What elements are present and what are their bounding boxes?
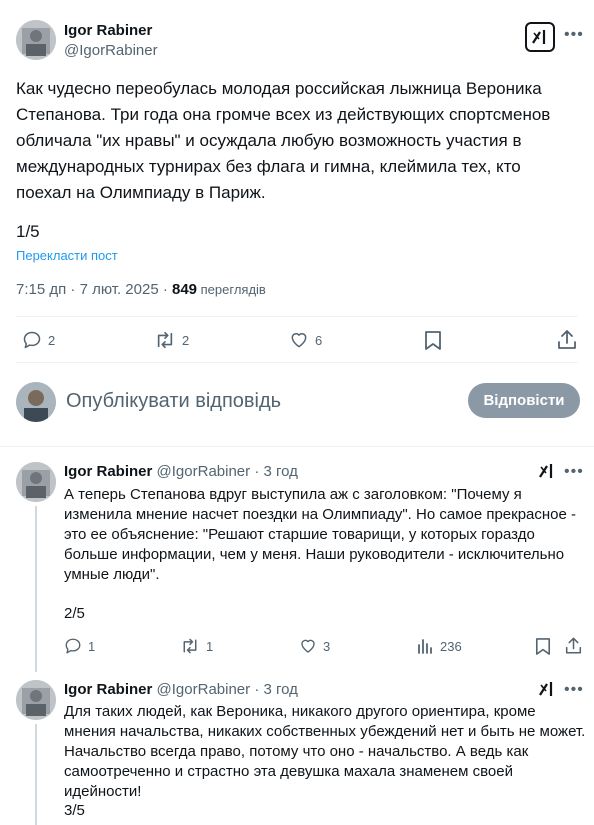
reply-count: 1 <box>88 638 96 654</box>
reply-timestamp[interactable]: · 3 год <box>254 681 298 698</box>
heart-icon <box>301 639 315 653</box>
reply-author-handle[interactable]: @IgorRabiner <box>157 463 251 480</box>
divider <box>16 362 578 363</box>
repost-action[interactable]: 1 <box>180 637 213 655</box>
bookmark-icon[interactable] <box>424 330 442 356</box>
repost-count: 2 <box>182 332 190 348</box>
views-count: 236 <box>440 638 462 654</box>
reply-text: Для таких людей, как Вероника, никакого … <box>64 703 586 800</box>
reply-author-avatar[interactable] <box>16 462 56 502</box>
heart-icon <box>291 333 307 348</box>
divider <box>0 446 594 447</box>
more-options-icon[interactable]: ••• <box>564 26 584 44</box>
share-icon[interactable] <box>565 636 582 660</box>
post-meta: 7:15 дп · 7 лют. 2025 · 849 переглядів <box>16 281 266 298</box>
like-count: 3 <box>323 638 331 654</box>
thread-counter: 2/5 <box>64 605 85 622</box>
views-action[interactable]: 236 <box>416 637 462 655</box>
thread-counter: 3/5 <box>64 802 85 819</box>
reply-timestamp[interactable]: · 3 год <box>254 463 298 480</box>
repost-count: 1 <box>206 638 214 654</box>
translate-post-link[interactable]: Перекласти пост <box>16 248 118 263</box>
repost-icon <box>183 638 197 654</box>
reply-header: Igor Rabiner @IgorRabiner · 3 год <box>64 463 298 480</box>
thread-line <box>35 724 37 825</box>
reply-action[interactable]: 2 <box>22 330 55 350</box>
repost-action[interactable]: 2 <box>154 330 189 350</box>
reply-author-name[interactable]: Igor Rabiner <box>64 463 152 480</box>
reply-count: 2 <box>48 332 56 348</box>
author-name[interactable]: Igor Rabiner <box>64 22 152 39</box>
more-options-icon[interactable]: ••• <box>564 681 584 699</box>
grok-icon[interactable] <box>538 462 556 485</box>
post-text: Как чудесно переобулась молодая российск… <box>16 79 551 202</box>
repost-icon <box>157 331 173 349</box>
view-count: 849 <box>172 281 198 298</box>
reply-author-handle[interactable]: @IgorRabiner <box>157 681 251 698</box>
bookmark-icon[interactable] <box>535 637 551 661</box>
reply-author-name[interactable]: Igor Rabiner <box>64 681 152 698</box>
grok-button[interactable] <box>525 22 555 52</box>
reply-header: Igor Rabiner @IgorRabiner · 3 год <box>64 681 298 698</box>
more-options-icon[interactable]: ••• <box>564 463 584 481</box>
grok-icon[interactable] <box>538 680 556 703</box>
reply-author-avatar[interactable] <box>16 680 56 720</box>
thread-line <box>35 506 37 672</box>
grok-icon <box>532 30 546 44</box>
current-user-avatar[interactable] <box>16 382 56 422</box>
thread-counter: 1/5 <box>16 222 40 241</box>
views-icon <box>418 639 432 654</box>
reply-action[interactable]: 1 <box>64 637 95 655</box>
like-count: 6 <box>315 332 323 348</box>
like-action[interactable]: 3 <box>299 637 330 655</box>
reply-icon <box>65 638 81 654</box>
author-handle[interactable]: @IgorRabiner <box>64 42 158 59</box>
post-timestamp[interactable]: 7:15 дп · 7 лют. 2025 · <box>16 281 172 298</box>
share-icon[interactable] <box>557 329 577 355</box>
views-label: переглядів <box>197 282 266 297</box>
author-avatar[interactable] <box>16 20 56 60</box>
reply-icon <box>23 331 41 349</box>
divider <box>16 316 578 317</box>
reply-button[interactable]: Відповісти <box>468 383 580 418</box>
reply-text: А теперь Степанова вдруг выступила аж с … <box>64 486 577 583</box>
like-action[interactable]: 6 <box>289 330 322 350</box>
reply-input[interactable]: Опублікувати відповідь <box>66 390 281 413</box>
